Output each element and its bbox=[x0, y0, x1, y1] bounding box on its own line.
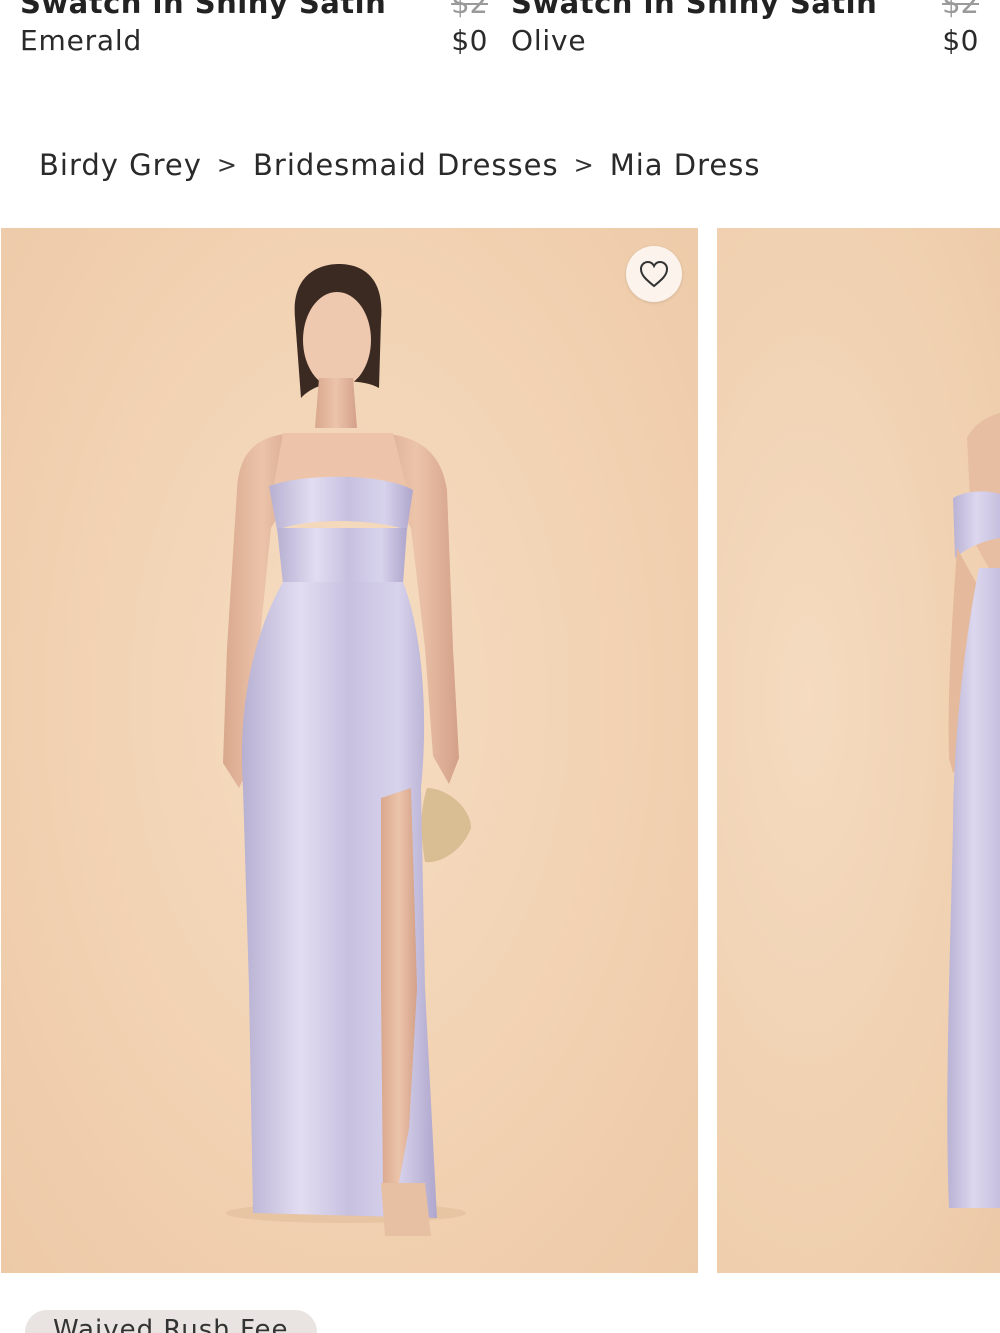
product-page: Swatch in Shiny Satin $2 Emerald $0 Swat… bbox=[0, 0, 1000, 1333]
heart-outline-icon bbox=[639, 260, 669, 288]
product-image-secondary[interactable] bbox=[717, 228, 1000, 1273]
swatch-color-name: Olive bbox=[511, 24, 587, 57]
waived-rush-fee-badge: Waived Rush Fee bbox=[25, 1310, 317, 1333]
wishlist-button[interactable] bbox=[626, 246, 682, 302]
swatch-price: $0 bbox=[451, 24, 488, 57]
swatch-card-emerald[interactable]: Swatch in Shiny Satin $2 Emerald $0 bbox=[20, 0, 490, 70]
swatch-original-price: $2 bbox=[942, 0, 979, 20]
swatch-card-olive[interactable]: Swatch in Shiny Satin $2 Olive $0 bbox=[511, 0, 981, 70]
model-photo-off-shoulder-lavender-satin-dress bbox=[947, 413, 1000, 1208]
breadcrumb-separator: > bbox=[573, 151, 595, 179]
breadcrumb-link-bridesmaid-dresses[interactable]: Bridesmaid Dresses bbox=[253, 148, 559, 182]
breadcrumb: Birdy Grey > Bridesmaid Dresses > Mia Dr… bbox=[39, 148, 760, 182]
swatch-original-price: $2 bbox=[451, 0, 488, 20]
model-photo-strapless-lavender-satin-dress bbox=[223, 264, 471, 1236]
swatch-title: Swatch in Shiny Satin bbox=[511, 0, 878, 20]
product-image-main[interactable] bbox=[1, 228, 698, 1273]
breadcrumb-current-mia-dress: Mia Dress bbox=[609, 148, 761, 182]
swatch-price: $0 bbox=[942, 24, 979, 57]
swatch-color-name: Emerald bbox=[20, 24, 143, 57]
swatch-title: Swatch in Shiny Satin bbox=[20, 0, 387, 20]
breadcrumb-link-birdy-grey[interactable]: Birdy Grey bbox=[39, 148, 202, 182]
breadcrumb-separator: > bbox=[216, 151, 239, 179]
